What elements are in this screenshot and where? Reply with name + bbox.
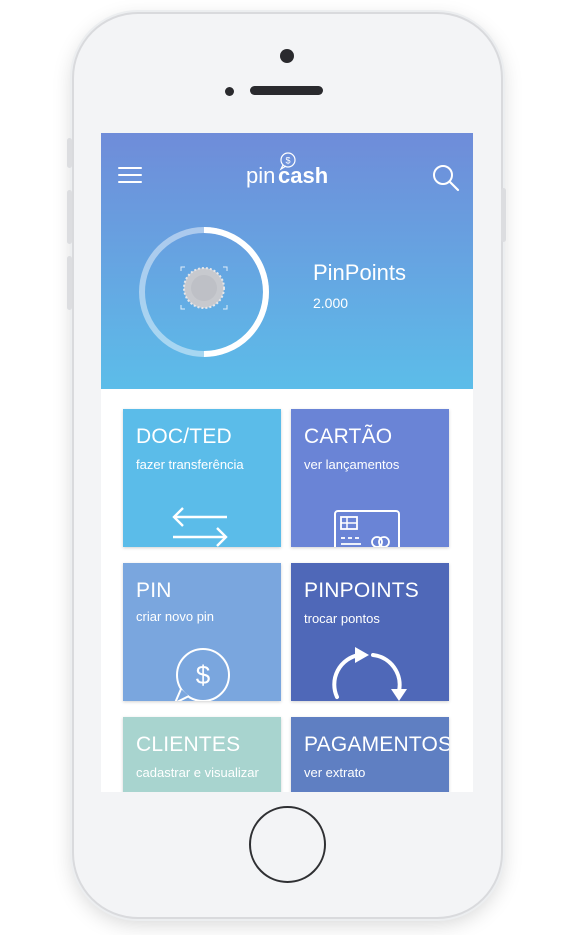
tile-subtitle: criar novo pin [136, 609, 215, 624]
coin-icon [180, 266, 228, 310]
app-logo: $ pin cash [241, 152, 331, 193]
tile-pin[interactable]: PIN criar novo pin $ [123, 563, 281, 701]
power-button [501, 188, 506, 242]
volume-up-button [67, 190, 72, 244]
tile-title: PIN [136, 579, 172, 602]
dollar-chat-icon: $ [174, 648, 230, 701]
tile-pagamentos[interactable]: PAGAMENTOS ver extrato [291, 717, 449, 792]
tile-title: PAGAMENTOS [304, 733, 449, 756]
tile-subtitle: cadastrar e visualizar [136, 765, 259, 780]
svg-text:$: $ [196, 660, 211, 690]
app-screen: $ pin cash PinPoints 2.000 DOC/TED fazer… [101, 133, 473, 792]
logo-cash-text: cash [278, 163, 329, 188]
tile-subtitle: ver lançamentos [304, 457, 400, 472]
pinpoints-progress-ring [139, 227, 269, 357]
tile-title: CLIENTES [136, 733, 241, 756]
refresh-arrows-icon [332, 647, 407, 701]
transfer-arrows-icon [172, 507, 228, 547]
mute-switch [67, 138, 72, 168]
app-header: $ pin cash PinPoints 2.000 [101, 133, 473, 389]
tile-clientes[interactable]: CLIENTES cadastrar e visualizar [123, 717, 281, 792]
home-button[interactable] [249, 806, 326, 883]
tile-subtitle: ver extrato [304, 765, 366, 780]
proximity-sensor [225, 87, 234, 96]
credit-card-icon [334, 510, 400, 547]
tile-doc-ted[interactable]: DOC/TED fazer transferência [123, 409, 281, 547]
search-icon[interactable] [431, 163, 461, 193]
tile-title: CARTÃO [304, 425, 393, 448]
logo-pin-text: pin [246, 163, 276, 188]
tile-cartao[interactable]: CARTÃO ver lançamentos [291, 409, 449, 547]
tile-subtitle: trocar pontos [304, 611, 380, 626]
pinpoints-title: PinPoints [313, 260, 406, 285]
tile-title: DOC/TED [136, 425, 232, 448]
volume-down-button [67, 256, 72, 310]
front-camera [280, 49, 294, 63]
tile-subtitle: fazer transferência [136, 457, 244, 472]
earpiece-speaker [250, 86, 323, 95]
tile-pinpoints[interactable]: PINPOINTS trocar pontos [291, 563, 449, 701]
pinpoints-value: 2.000 [313, 295, 349, 311]
tile-title: PINPOINTS [304, 579, 419, 602]
hamburger-menu-icon[interactable] [118, 165, 142, 185]
